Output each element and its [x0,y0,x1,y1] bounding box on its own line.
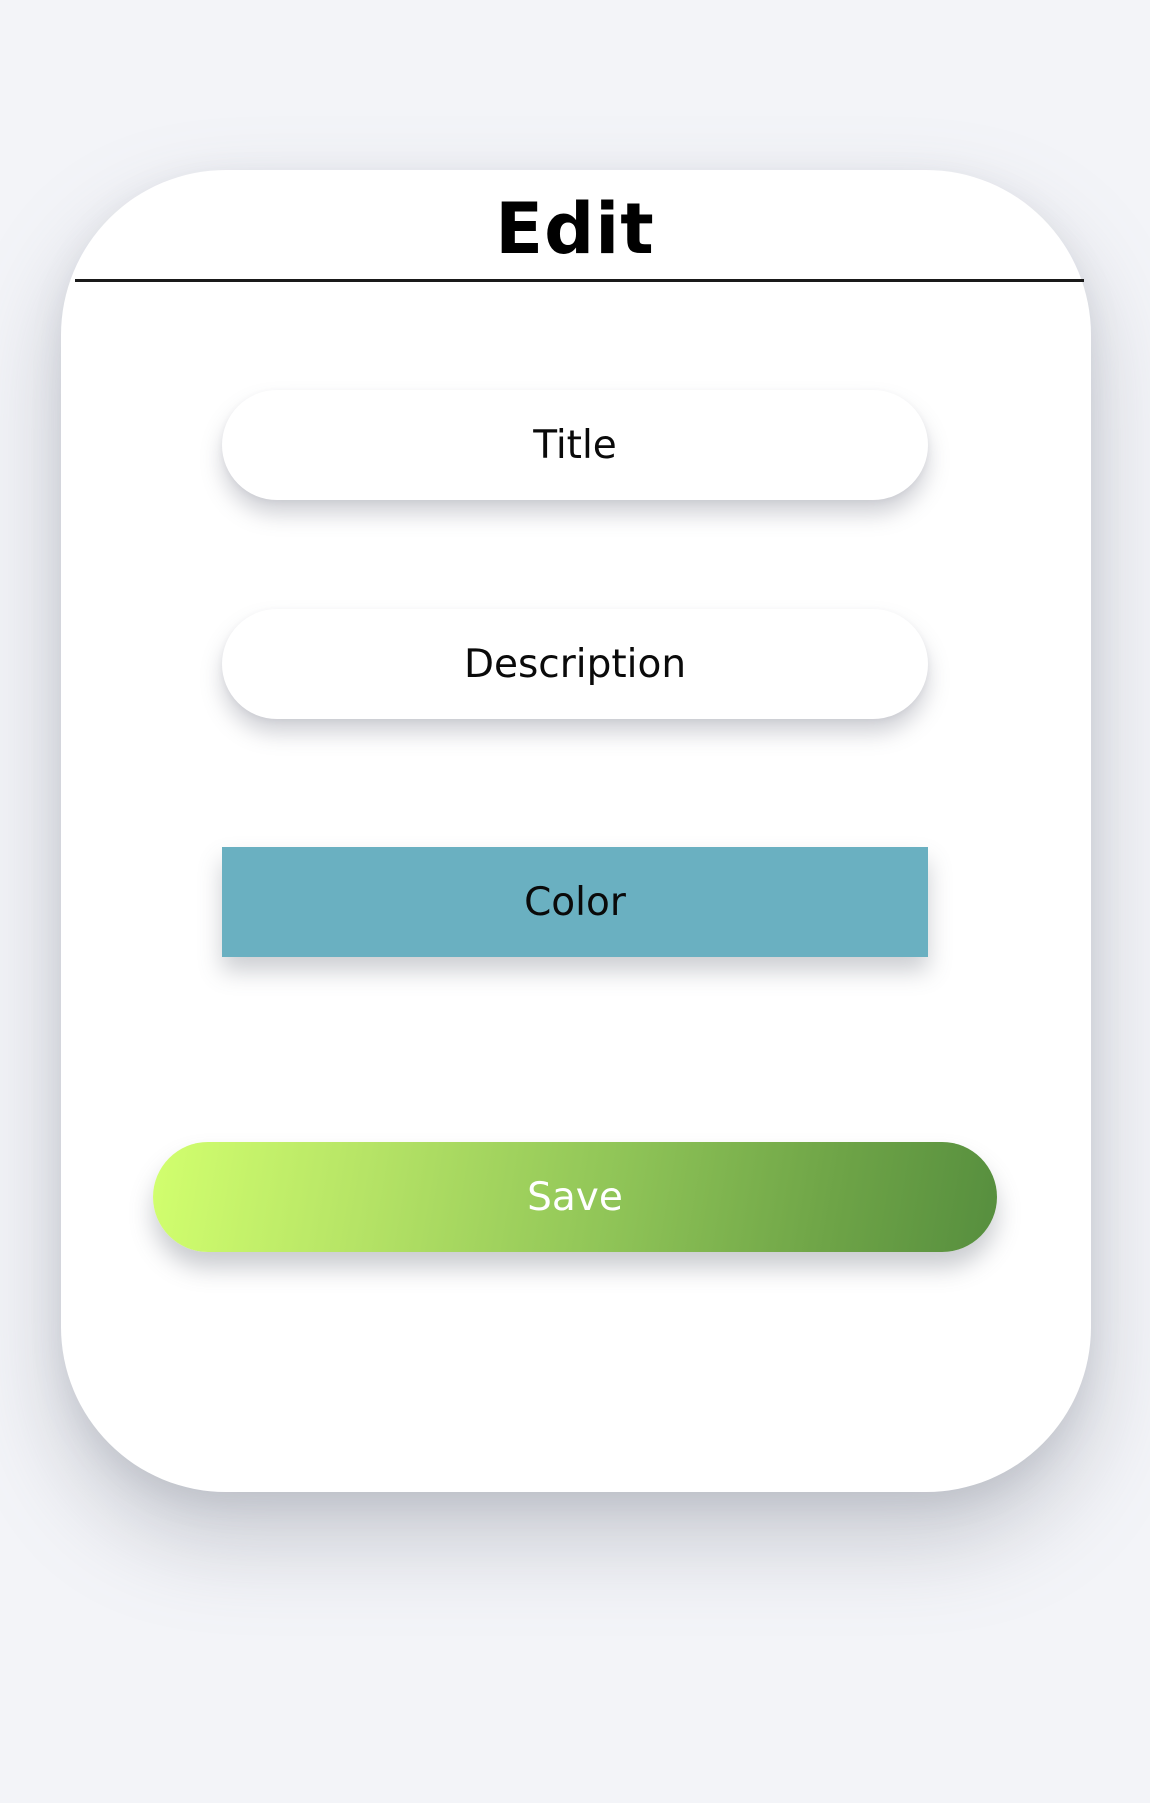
header-divider [75,279,1084,282]
save-button[interactable]: Save [153,1142,997,1252]
description-field[interactable]: Description [222,609,928,719]
title-field[interactable]: Title [222,390,928,500]
color-button-label: Color [524,879,626,925]
save-button-label: Save [527,1174,623,1220]
page-title: Edit [495,188,655,270]
edit-card [61,170,1091,1492]
color-button[interactable]: Color [222,847,928,957]
description-field-label: Description [463,641,687,687]
title-field-label: Title [533,422,617,468]
